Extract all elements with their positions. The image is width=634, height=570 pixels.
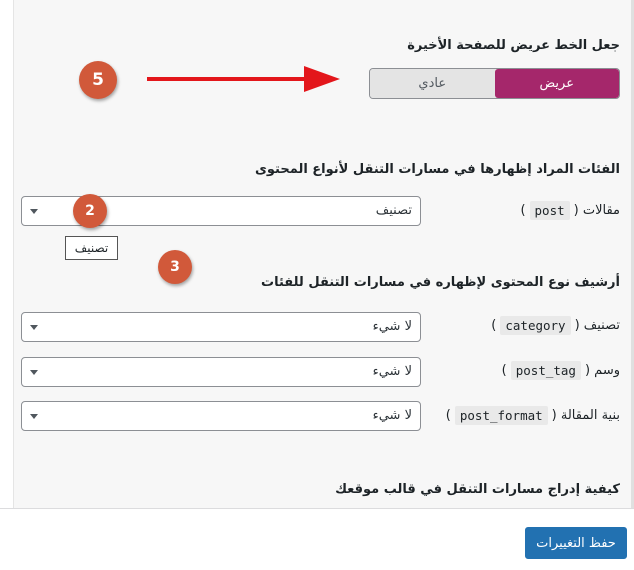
post-tag-label-suffix: ) bbox=[501, 363, 507, 378]
annotation-badge-5: 5 bbox=[79, 61, 117, 99]
category-label-suffix: ) bbox=[491, 318, 497, 333]
post-format-slug: post_format bbox=[454, 406, 548, 425]
category-slug: category bbox=[500, 316, 571, 335]
post-format-label-suffix: ) bbox=[445, 408, 451, 423]
category-label-prefix: تصنيف ( bbox=[574, 318, 620, 333]
select-tooltip: تصنيف bbox=[65, 236, 118, 260]
post-tag-label-prefix: وسم ( bbox=[584, 363, 620, 378]
category-archive-select[interactable]: لا شيء bbox=[21, 312, 421, 342]
annotation-arrow bbox=[147, 77, 307, 81]
taxonomy-section-title: الفئات المراد إظهارها في مسارات التنقل ل… bbox=[254, 162, 620, 177]
annotation-arrow-head bbox=[304, 66, 340, 92]
post-slug: post bbox=[529, 201, 570, 220]
chevron-down-icon bbox=[30, 325, 38, 330]
category-label: تصنيف ( category ) bbox=[491, 316, 620, 335]
post-type-label-suffix: ) bbox=[520, 203, 526, 218]
annotation-badge-3: 3 bbox=[158, 250, 192, 284]
annotation-badge-2: 2 bbox=[73, 194, 107, 228]
post-format-label-prefix: بنية المقالة ( bbox=[551, 408, 620, 423]
bold-font-title: جعل الخط عريض للصفحة الأخيرة bbox=[407, 38, 620, 53]
toggle-option-bold[interactable]: عريض bbox=[494, 69, 619, 98]
post-taxonomy-select-value: تصنيف bbox=[375, 203, 412, 218]
category-archive-select-value: لا شيء bbox=[372, 319, 412, 334]
chevron-down-icon bbox=[30, 209, 38, 214]
post-tag-label: وسم ( post_tag ) bbox=[502, 361, 620, 380]
archive-section-title: أرشيف نوع المحتوى لإظهاره في مسارات التن… bbox=[261, 275, 620, 290]
chevron-down-icon bbox=[30, 414, 38, 419]
post-format-label: بنية المقالة ( post_format ) bbox=[446, 406, 620, 425]
post-type-label: مقالات ( post ) bbox=[520, 201, 620, 220]
panel-left-edge bbox=[0, 0, 14, 508]
settings-panel: جعل الخط عريض للصفحة الأخيرة عادي عريض 5… bbox=[0, 0, 634, 508]
bold-font-toggle[interactable]: عادي عريض bbox=[369, 68, 620, 99]
post-tag-archive-select-value: لا شيء bbox=[372, 364, 412, 379]
save-changes-button[interactable]: حفظ التغييرات bbox=[525, 527, 627, 559]
post-format-archive-select[interactable]: لا شيء bbox=[21, 401, 421, 431]
post-format-archive-select-value: لا شيء bbox=[372, 408, 412, 423]
toggle-option-normal[interactable]: عادي bbox=[370, 69, 495, 98]
post-tag-slug: post_tag bbox=[510, 361, 581, 380]
chevron-down-icon bbox=[30, 370, 38, 375]
post-type-label-prefix: مقالات ( bbox=[573, 203, 620, 218]
post-tag-archive-select[interactable]: لا شيء bbox=[21, 357, 421, 387]
insert-section-title: كيفية إدراج مسارات التنقل في قالب موقعك bbox=[335, 482, 620, 497]
